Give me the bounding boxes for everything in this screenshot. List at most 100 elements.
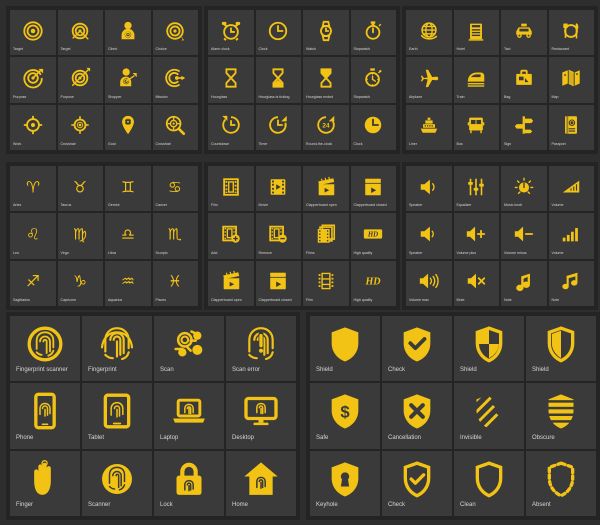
icon-tile-watch[interactable]: Watch [303, 10, 349, 56]
icon-tile-target-cursor[interactable]: Choice [152, 10, 198, 56]
icon-tile-aries[interactable]: ♈ Aries [10, 166, 56, 212]
icon-tile-crosshair-magnifier[interactable]: Crosshair [152, 104, 198, 150]
icon-tile-sagittarius[interactable]: ♐ Sagittarius [10, 260, 56, 306]
icon-tile-lock-fingerprint[interactable]: Lock [154, 450, 224, 516]
icon-tile-crosshair-dot[interactable]: Work [10, 104, 56, 150]
icon-tile-target-side-arrow[interactable]: Mission [152, 57, 198, 103]
icon-tile-shield-solid[interactable]: Shield [310, 316, 380, 382]
icon-tile-hourglass-ticking[interactable]: Hourglass is ticking [255, 57, 301, 103]
icon-label: Volume [551, 250, 564, 255]
icon-tile-hand-finger[interactable]: Finger [10, 450, 80, 516]
icon-label: Clock [353, 141, 363, 146]
gemini-icon: ♊ [105, 166, 151, 203]
icon-tile-shield-check[interactable]: Check [382, 316, 452, 382]
icon-tile-mute[interactable]: Mute [453, 260, 499, 306]
icon-tile-pisces[interactable]: ♓ Pisces [152, 260, 198, 306]
icon-tile-volume-plus[interactable]: Volume plus [453, 213, 499, 259]
icon-tile-shield-keyhole[interactable]: Keyhole [310, 450, 380, 516]
icon-tile-train[interactable]: Train [453, 57, 499, 103]
icon-tile-airplane[interactable]: Airplane [406, 57, 452, 103]
icon-tile-aquarius[interactable]: ♒ Aquarius [105, 260, 151, 306]
icon-tile-shopper-person[interactable]: Shopper [105, 57, 151, 103]
icon-tile-crosshair[interactable]: Crosshair [57, 104, 103, 150]
icon-tile-target-rings-darts[interactable]: Target [57, 10, 103, 56]
icon-tile-stopwatch-dial[interactable]: Stopwatch [350, 57, 396, 103]
icon-tile-sign-post[interactable]: Sign [501, 104, 547, 150]
icon-tile-clapperboard-open[interactable]: Clapperboard open [303, 166, 349, 212]
icon-tile-countdown[interactable]: Countdown [208, 104, 254, 150]
icon-tile-shield-half[interactable]: Shield [526, 316, 596, 382]
icon-tile-shield-bars[interactable]: Obscure [526, 383, 596, 449]
icon-tile-virgo[interactable]: ♍ Virgo [57, 213, 103, 259]
icon-tile-restaurant[interactable]: Restaurant [548, 10, 594, 56]
icon-tile-bag[interactable]: Bag [501, 57, 547, 103]
icon-tile-equalizer[interactable]: Equalizer [453, 166, 499, 212]
icon-tile-timer[interactable]: Timer [255, 104, 301, 150]
icon-tile-home-fingerprint[interactable]: Home [226, 450, 296, 516]
icon-tile-shield-dashed[interactable]: Absent [526, 450, 596, 516]
icon-tile-clapperboard-closed-play[interactable]: Clapperboard closed [255, 260, 301, 306]
icon-tile-speaker[interactable]: Speaker [406, 166, 452, 212]
icon-tile-fingerprint[interactable]: Fingerprint [82, 316, 152, 382]
home-fingerprint-icon [226, 451, 296, 501]
icon-tile-liner-ship[interactable]: Liner [406, 104, 452, 150]
icon-tile-hd-badge[interactable]: HD High quality [350, 213, 396, 259]
icon-tile-clapperboard-open-play[interactable]: Clapperboard open [208, 260, 254, 306]
icon-tile-scan-error[interactable]: Scan error [226, 316, 296, 382]
icon-tile-shield-quarter[interactable]: Shield [454, 316, 524, 382]
icon-tile-music-note[interactable]: Note [501, 260, 547, 306]
icon-tile-shield-cross[interactable]: Cancellation [382, 383, 452, 449]
icon-tile-film-strip[interactable]: Film [208, 166, 254, 212]
icon-tile-taxi[interactable]: Taxi [501, 10, 547, 56]
icon-tile-scan[interactable]: Scan [154, 316, 224, 382]
icon-tile-gemini[interactable]: ♊ Gemini [105, 166, 151, 212]
icon-tile-laptop-fingerprint[interactable]: Laptop [154, 383, 224, 449]
icon-tile-target-arrow-darts[interactable]: Purpose [57, 57, 103, 103]
icon-tile-round-the-clock[interactable]: 24 Round-the-clock [303, 104, 349, 150]
icon-tile-taurus[interactable]: ♉ Taurus [57, 166, 103, 212]
icon-tile-goal-pin[interactable]: Goal [105, 104, 151, 150]
icon-tile-client-person-target[interactable]: Client [105, 10, 151, 56]
icon-tile-shield-outline-check[interactable]: Check [382, 450, 452, 516]
icon-tile-cancer[interactable]: ♋ Cancer [152, 166, 198, 212]
icon-tile-film-vertical[interactable]: Film [303, 260, 349, 306]
icon-tile-hourglass[interactable]: Hourglass [208, 57, 254, 103]
icon-tile-shield-outline[interactable]: Clean [454, 450, 524, 516]
icon-tile-earth-globe[interactable]: Earth [406, 10, 452, 56]
icon-tile-music-notes[interactable]: Note [548, 260, 594, 306]
icon-tile-passport[interactable]: Passport [548, 104, 594, 150]
icon-tile-target-arrow[interactable]: Purpose [10, 57, 56, 103]
icon-tile-volume-wedge[interactable]: Volume [548, 166, 594, 212]
icon-tile-stopwatch[interactable]: Stopwatch [350, 10, 396, 56]
icon-tile-hourglass-ended[interactable]: Hourglass ended [303, 57, 349, 103]
icon-tile-film-remove[interactable]: Remove [255, 213, 301, 259]
icon-tile-scorpio[interactable]: ♏ Scorpio [152, 213, 198, 259]
icon-tile-clapperboard-closed[interactable]: Clapperboard closed [350, 166, 396, 212]
icon-tile-hd-text[interactable]: HD High quality [350, 260, 396, 306]
icon-tile-leo[interactable]: ♌ Leo [10, 213, 56, 259]
icon-tile-alarm-clock[interactable]: Alarm clock [208, 10, 254, 56]
icon-tile-film-add[interactable]: Add [208, 213, 254, 259]
icon-tile-desktop-fingerprint[interactable]: Desktop [226, 383, 296, 449]
icon-tile-capricorn[interactable]: ♑ Capricorn [57, 260, 103, 306]
icon-tile-music-knob[interactable]: Music knob [501, 166, 547, 212]
icon-tile-tablet-fingerprint[interactable]: Tablet [82, 383, 152, 449]
icon-tile-hotel[interactable]: Hotel [453, 10, 499, 56]
icon-tile-clock[interactable]: Clock [255, 10, 301, 56]
icon-tile-scanner-circle[interactable]: Scanner [82, 450, 152, 516]
icon-tile-libra[interactable]: ♎ Libra [105, 213, 151, 259]
icon-tile-films-stack[interactable]: Films [303, 213, 349, 259]
icon-tile-volume-max[interactable]: Volume max [406, 260, 452, 306]
icon-tile-shield-dollar[interactable]: $ Safe [310, 383, 380, 449]
icon-tile-volume-minus[interactable]: Volume minus [501, 213, 547, 259]
icon-tile-volume-bars[interactable]: Volume [548, 213, 594, 259]
icon-tile-fingerprint-scanner[interactable]: Fingerprint scanner [10, 316, 80, 382]
icon-tile-shield-striped[interactable]: Invisible [454, 383, 524, 449]
icon-tile-movie-play[interactable]: Movie [255, 166, 301, 212]
icon-tile-speaker-wave[interactable]: Speaker [406, 213, 452, 259]
icon-tile-target-rings[interactable]: Target [10, 10, 56, 56]
icon-tile-clock-filled[interactable]: Clock [350, 104, 396, 150]
icon-tile-map[interactable]: Map [548, 57, 594, 103]
icon-tile-bus[interactable]: Bus [453, 104, 499, 150]
icon-tile-phone-fingerprint[interactable]: Phone [10, 383, 80, 449]
